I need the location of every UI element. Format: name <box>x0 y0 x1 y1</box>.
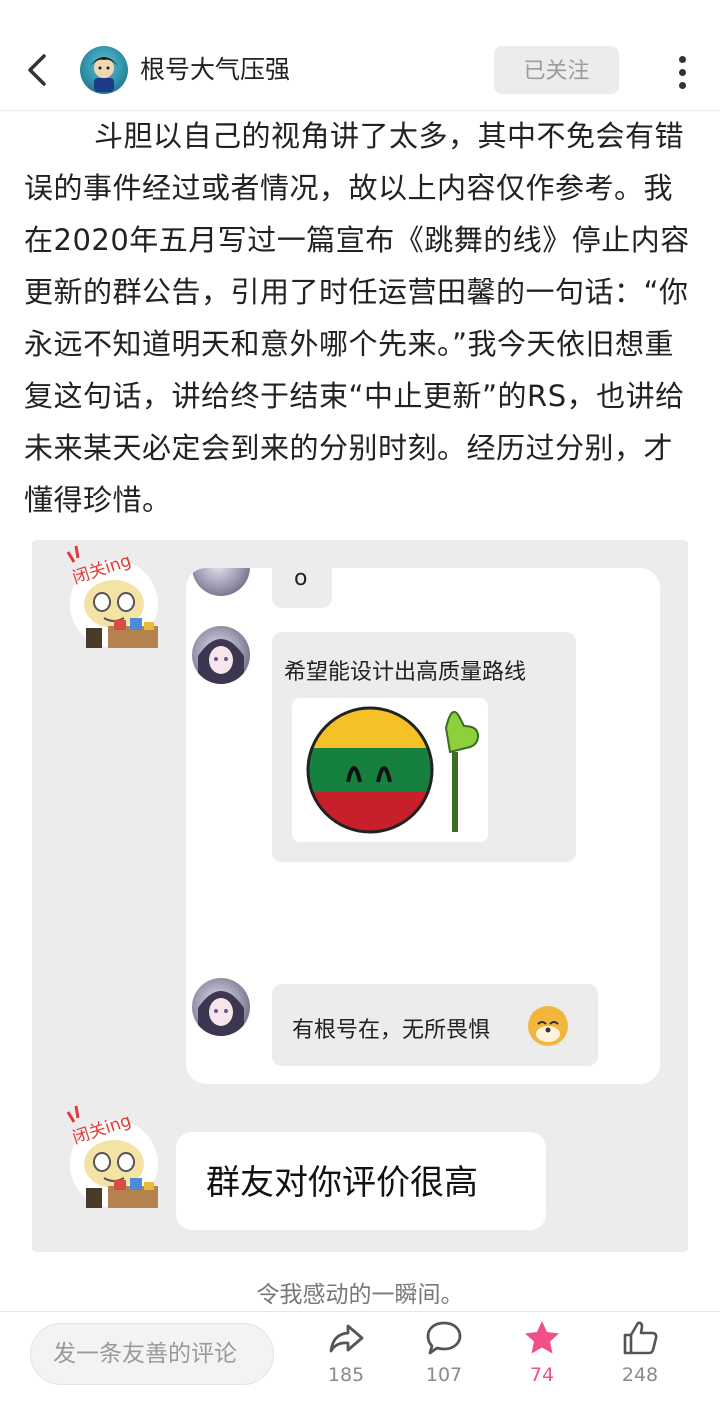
chat-text: o <box>294 568 308 591</box>
chat-message-1: 希望能设计出高质量路线 <box>284 660 527 685</box>
comment-count: 107 <box>425 1364 463 1386</box>
chat-screenshot-image[interactable]: 闭关ing o 希望能设计出高质量路线 有根号在，无所畏惧 闭关ing 群友对你… <box>32 540 688 1252</box>
author-avatar[interactable] <box>80 46 128 94</box>
countryball-sticker <box>292 698 488 842</box>
share-count: 185 <box>327 1364 365 1386</box>
image-caption: 令我感动的一瞬间。 <box>256 1282 464 1308</box>
author-name[interactable]: 根号大气压强 <box>140 52 290 88</box>
chat-avatar <box>192 568 250 596</box>
bottom-action-bar: 185 107 74 248 <box>0 1311 720 1402</box>
comment-button[interactable]: 107 <box>404 1318 484 1398</box>
top-bar: 根号大气压强 已关注 <box>0 0 720 111</box>
more-vertical-icon[interactable] <box>670 50 694 90</box>
like-button[interactable]: 248 <box>600 1318 680 1398</box>
big-chat-text: 群友对你评价很高 <box>206 1163 478 1203</box>
back-arrow-icon[interactable] <box>20 50 56 90</box>
chat-message-2: 有根号在，无所畏惧 <box>292 1018 491 1043</box>
share-icon <box>329 1324 364 1353</box>
chat-window: o 希望能设计出高质量路线 有根号在，无所畏惧 <box>186 568 660 1084</box>
like-count: 248 <box>621 1364 659 1386</box>
comment-input[interactable] <box>30 1323 274 1385</box>
star-count: 74 <box>529 1364 555 1386</box>
share-button[interactable]: 185 <box>306 1318 386 1398</box>
doge-emoji-icon <box>524 1000 572 1048</box>
chat-avatar <box>192 978 250 1036</box>
comment-icon <box>426 1321 462 1355</box>
star-button[interactable]: 74 <box>502 1318 582 1398</box>
article-body: 斗胆以自己的视角讲了太多，其中不免会有错误的事件经过或者情况，故以上内容仅作参考… <box>24 110 700 526</box>
article-paragraph: 斗胆以自己的视角讲了太多，其中不免会有错误的事件经过或者情况，故以上内容仅作参考… <box>24 119 690 517</box>
follow-button[interactable]: 已关注 <box>494 46 619 94</box>
thumbs-up-icon <box>623 1321 658 1355</box>
chat-avatar <box>192 626 250 684</box>
sticker-image: 闭关ing <box>64 544 164 648</box>
sticker-image: 闭关ing <box>64 1104 164 1208</box>
star-icon <box>525 1321 559 1354</box>
